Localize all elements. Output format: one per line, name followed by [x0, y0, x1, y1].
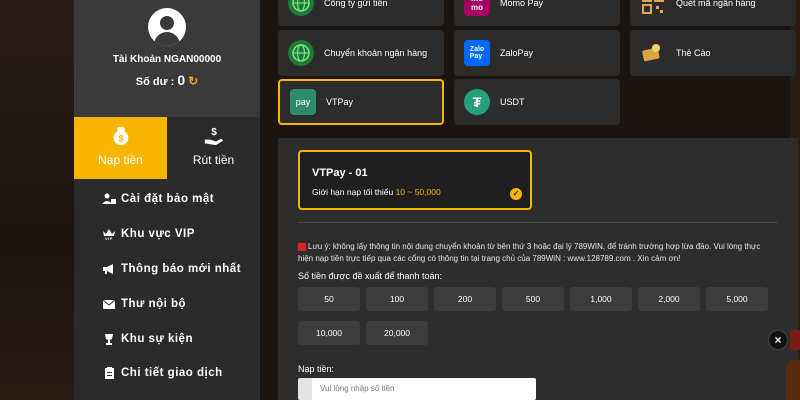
svg-text:$: $ — [211, 127, 217, 138]
method-qr-bank[interactable]: Quét mã ngân hàng — [630, 0, 796, 26]
method-usdt[interactable]: ₮ USDT — [454, 79, 620, 125]
amount-option[interactable]: 100 — [366, 287, 428, 311]
decoration — [786, 360, 800, 400]
sidebar-item-label: Thông báo mới nhất — [121, 262, 242, 275]
amount-option[interactable]: 5,000 — [706, 287, 768, 311]
method-label: ZaloPay — [500, 48, 534, 58]
avatar — [148, 8, 186, 46]
background-left — [0, 0, 74, 400]
sidebar-menu: Cài đặt bảo mật VIP Khu vực VIP Thông bá… — [74, 182, 260, 391]
sidebar-item-label: Chi tiết giao dịch — [121, 367, 223, 380]
method-vtpay[interactable]: pay VTPay — [278, 79, 444, 125]
megaphone-icon — [102, 263, 116, 275]
globe-icon — [288, 40, 314, 66]
scratch-card-icon — [640, 40, 666, 66]
suggest-label: Số tiền được đề xuất để thanh toán: — [298, 271, 443, 281]
method-label: VTPay — [326, 97, 354, 107]
zalopay-icon: Zalo Pay — [464, 40, 490, 66]
money-bag-icon: $ — [113, 126, 128, 146]
svg-text:$: $ — [118, 134, 123, 144]
notice-body: Lưu ý: không lấy thông tin nội dung chuy… — [298, 242, 761, 263]
sidebar-item-label: Cài đặt bảo mật — [121, 193, 215, 206]
trophy-icon — [102, 333, 116, 345]
flag-icon — [298, 242, 306, 251]
close-button[interactable]: × — [768, 330, 788, 350]
channel-card[interactable]: VTPay - 01 Giới hạn nạp tối thiểu 10 ~ 5… — [298, 150, 532, 210]
method-label: Công ty gửi tiền — [324, 0, 388, 8]
user-lock-icon — [102, 193, 116, 205]
decoration — [790, 330, 800, 350]
channel-limit: Giới hạn nạp tối thiểu 10 ~ 50,000 — [312, 187, 441, 197]
tab-withdraw-label: Rút tiền — [192, 153, 235, 167]
tab-deposit-label: Nạp tiền — [98, 153, 143, 167]
sidebar-item-transactions[interactable]: Chi tiết giao dịch — [74, 356, 260, 391]
method-momo[interactable]: momo Momo Pay — [454, 0, 620, 26]
divider — [298, 222, 778, 223]
vip-crown-icon: VIP — [102, 228, 116, 240]
tab-deposit[interactable]: $ Nạp tiền — [74, 117, 167, 179]
sidebar: Tài Khoản NGAN00000 Số dư : 0 ↻ $ Nạp ti… — [74, 0, 260, 400]
amount-option[interactable]: 10,000 — [298, 321, 360, 345]
sidebar-item-label: Khu sự kiện — [121, 332, 193, 345]
svg-text:VIP: VIP — [105, 236, 113, 240]
notice-text: Lưu ý: không lấy thông tin nội dung chuy… — [298, 241, 768, 265]
amount-option[interactable]: 20,000 — [366, 321, 428, 345]
account-name: Tài Khoản NGAN00000 — [112, 54, 222, 65]
qr-code-icon — [640, 0, 666, 16]
sidebar-item-inbox[interactable]: Thư nội bộ — [74, 286, 260, 321]
balance-label: Số dư : — [135, 76, 175, 88]
balance-row: Số dư : 0 ↻ — [74, 72, 260, 88]
account-panel: Tài Khoản NGAN00000 Số dư : 0 ↻ — [74, 0, 260, 117]
channel-title: VTPay - 01 — [312, 167, 368, 179]
check-icon: ✓ — [510, 188, 522, 200]
deposit-amount-input[interactable]: Vui lòng nhập số tiền — [298, 378, 536, 400]
deposit-input-label: Nạp tiền: — [298, 364, 335, 374]
method-label: USDT — [500, 97, 525, 107]
amount-option[interactable]: 500 — [502, 287, 564, 311]
amount-option[interactable]: 1,000 — [570, 287, 632, 311]
hand-money-icon: $ — [204, 127, 223, 146]
method-label: Momo Pay — [500, 0, 544, 8]
method-bank-transfer[interactable]: Chuyển khoản ngân hàng — [278, 30, 444, 76]
envelope-icon — [102, 298, 116, 310]
clipboard-icon — [102, 367, 116, 380]
method-label: Chuyển khoản ngân hàng — [324, 48, 428, 58]
sidebar-item-security[interactable]: Cài đặt bảo mật — [74, 182, 260, 217]
method-company-deposit[interactable]: Công ty gửi tiền — [278, 0, 444, 26]
balance-value: 0 — [177, 72, 186, 88]
tab-withdraw[interactable]: $ Rút tiền — [167, 117, 260, 179]
sidebar-item-news[interactable]: Thông báo mới nhất — [74, 252, 260, 287]
sidebar-item-events[interactable]: Khu sự kiện — [74, 321, 260, 356]
deposit-panel: VTPay - 01 Giới hạn nạp tối thiểu 10 ~ 5… — [278, 138, 798, 400]
usdt-icon: ₮ — [464, 89, 490, 115]
sidebar-item-label: Khu vực VIP — [121, 228, 195, 241]
amount-option[interactable]: 2,000 — [638, 287, 700, 311]
channel-limit-label: Giới hạn nạp tối thiểu — [312, 187, 394, 197]
sidebar-item-label: Thư nội bộ — [121, 297, 187, 310]
amount-option[interactable]: 50 — [298, 287, 360, 311]
globe-icon — [288, 0, 314, 16]
refresh-icon[interactable]: ↻ — [188, 74, 198, 88]
method-label: Thẻ Cào — [676, 48, 711, 58]
vtpay-icon: pay — [290, 89, 316, 115]
method-label: Quét mã ngân hàng — [676, 0, 756, 8]
amount-option[interactable]: 200 — [434, 287, 496, 311]
method-scratch-card[interactable]: Thẻ Cào — [630, 30, 796, 76]
channel-limit-range: 10 ~ 50,000 — [395, 187, 441, 197]
momo-icon: momo — [464, 0, 490, 16]
sidebar-item-vip[interactable]: VIP Khu vực VIP — [74, 217, 260, 252]
method-zalopay[interactable]: Zalo Pay ZaloPay — [454, 30, 620, 76]
